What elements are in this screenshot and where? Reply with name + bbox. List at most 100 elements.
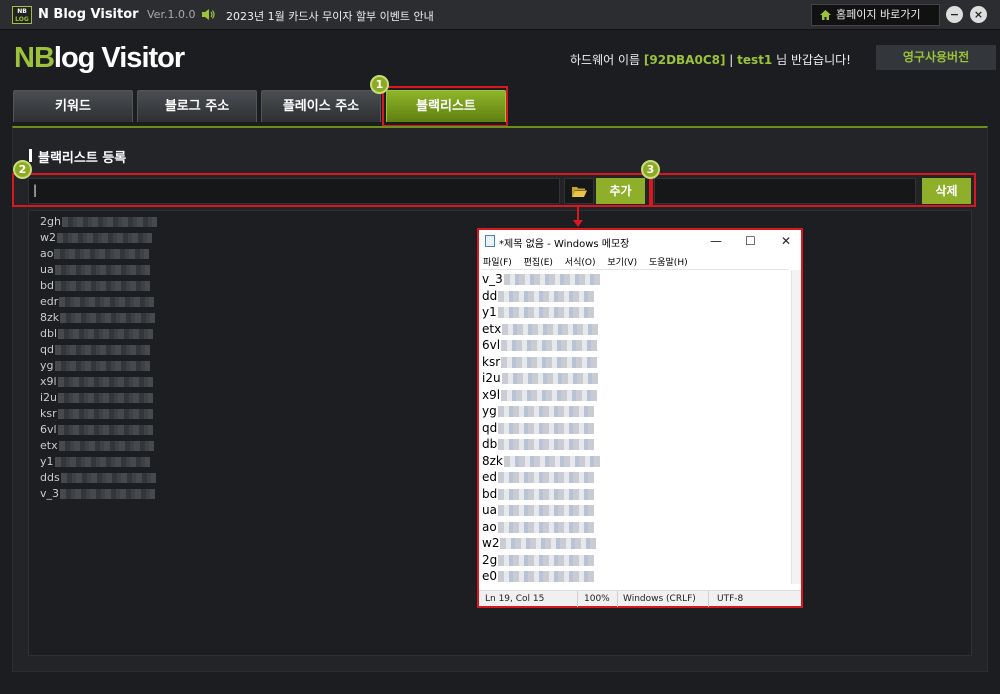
notepad-line: ed xyxy=(482,469,594,486)
list-item[interactable]: v_3 xyxy=(40,486,156,502)
notepad-maximize-icon[interactable]: ☐ xyxy=(745,234,756,248)
list-item[interactable]: dds xyxy=(40,470,156,486)
redacted-text xyxy=(498,439,595,450)
redacted-text xyxy=(501,356,598,368)
title-bar: NB LOG N Blog Visitor Ver.1.0.0 2023년 1월… xyxy=(0,0,1000,30)
notepad-line: yg xyxy=(482,403,594,420)
notepad-line: e0 xyxy=(482,568,595,585)
status-position: Ln 19, Col 15 xyxy=(485,594,545,604)
list-item[interactable]: qd xyxy=(40,342,150,358)
home-icon xyxy=(820,10,831,20)
list-item[interactable]: yg xyxy=(40,358,150,374)
notepad-title: *제목 없음 - Windows 메모장 xyxy=(499,239,630,250)
list-item[interactable]: y1 xyxy=(40,454,150,470)
homepage-button[interactable]: 홈페이지 바로가기 xyxy=(811,4,940,26)
app-name: N Blog Visitor xyxy=(38,7,139,22)
minimize-button[interactable]: − xyxy=(946,6,963,23)
notepad-line: i2u xyxy=(482,370,598,387)
redacted-text xyxy=(60,473,156,483)
status-eol: Windows (CRLF) xyxy=(623,594,696,604)
notepad-scrollbar[interactable] xyxy=(791,270,801,584)
list-item[interactable]: 2gh xyxy=(40,214,157,230)
menu-edit[interactable]: 편집(E) xyxy=(524,258,553,268)
redacted-text xyxy=(57,377,153,387)
notepad-line: 6vl xyxy=(482,337,598,354)
notepad-status-bar: Ln 19, Col 15 100% Windows (CRLF) UTF-8 xyxy=(479,590,801,607)
list-item[interactable]: etx xyxy=(40,438,154,454)
redacted-text xyxy=(60,489,156,499)
notepad-line: x9l xyxy=(482,387,598,404)
list-item[interactable]: x9l xyxy=(40,374,153,390)
user-info: 하드웨어 이름 [92DBA0C8] | test1 님 반갑습니다! xyxy=(570,53,851,67)
close-button[interactable]: × xyxy=(970,6,987,23)
section-title: 블랙리스트 등록 xyxy=(29,147,126,166)
menu-format[interactable]: 서식(O) xyxy=(565,258,596,268)
tab-place-address[interactable]: 플레이스 주소 xyxy=(261,90,381,122)
menu-help[interactable]: 도움말(H) xyxy=(649,258,688,268)
redacted-text xyxy=(58,441,154,451)
list-item[interactable]: 8zk xyxy=(40,310,156,326)
redacted-text xyxy=(58,393,154,403)
notepad-menu-bar: 파일(F) 편집(E) 서식(O) 보기(V) 도움말(H) xyxy=(483,255,697,268)
redacted-text xyxy=(60,313,156,323)
step-marker-3: 3 xyxy=(641,160,660,179)
redacted-text xyxy=(502,323,599,335)
brand-logo: NBlog Visitor xyxy=(14,42,185,74)
redacted-text xyxy=(498,422,595,434)
notepad-line: etx xyxy=(482,321,599,338)
notepad-line: 2g xyxy=(482,552,595,569)
list-item[interactable]: i2u xyxy=(40,390,154,406)
redacted-text xyxy=(501,389,598,401)
step-marker-1: 1 xyxy=(370,75,389,94)
redacted-text xyxy=(500,538,597,549)
callout-arrow-head xyxy=(573,220,583,227)
list-item[interactable]: bd xyxy=(40,278,150,294)
list-item[interactable]: 6vl xyxy=(40,422,153,438)
notepad-line: ua xyxy=(482,502,594,519)
redacted-text xyxy=(501,340,598,351)
redacted-text xyxy=(54,265,150,275)
redacted-text xyxy=(57,425,153,435)
notepad-line: v_3 xyxy=(482,271,600,288)
redacted-text xyxy=(497,505,594,516)
tab-blog-address[interactable]: 블로그 주소 xyxy=(137,90,257,122)
notepad-line: w2 xyxy=(482,535,597,552)
list-item[interactable]: ua xyxy=(40,262,150,278)
speaker-icon xyxy=(202,9,215,20)
menu-file[interactable]: 파일(F) xyxy=(483,258,512,268)
list-item[interactable]: ao xyxy=(40,246,150,262)
list-item[interactable]: w2 xyxy=(40,230,152,246)
notepad-close-icon[interactable]: ✕ xyxy=(781,234,791,248)
redacted-text xyxy=(54,345,150,355)
redacted-text xyxy=(54,249,150,259)
notepad-text-area[interactable]: v_3 dd y1 etx 6vl ksr i2u x9l yg qd db 8zk ed bd ua ao w… xyxy=(481,269,789,584)
tab-keyword[interactable]: 키워드 xyxy=(13,90,133,122)
redacted-text xyxy=(503,274,600,285)
list-item[interactable]: edr xyxy=(40,294,155,310)
app-logo-icon: NB LOG xyxy=(12,6,32,24)
highlight-delete-box xyxy=(651,173,976,207)
notepad-window: *제목 없음 - Windows 메모장 — ☐ ✕ 파일(F) 편집(E) 서… xyxy=(477,228,803,608)
redacted-text xyxy=(54,281,150,291)
redacted-text xyxy=(498,290,595,302)
redacted-text xyxy=(498,554,595,566)
redacted-text xyxy=(54,457,150,467)
redacted-text xyxy=(497,521,594,533)
list-item[interactable]: ksr xyxy=(40,406,153,422)
redacted-text xyxy=(497,406,594,417)
notepad-line: ksr xyxy=(482,354,598,371)
menu-view[interactable]: 보기(V) xyxy=(607,258,637,268)
username: test1 xyxy=(737,53,773,67)
status-zoom: 100% xyxy=(584,594,610,604)
redacted-text xyxy=(54,361,150,371)
notepad-line: db xyxy=(482,436,595,453)
callout-arrow xyxy=(577,205,579,221)
notepad-minimize-icon[interactable]: — xyxy=(710,234,722,248)
status-encoding: UTF-8 xyxy=(717,594,744,604)
redacted-text xyxy=(57,409,153,419)
redacted-text xyxy=(61,217,157,227)
highlight-tab-box xyxy=(382,86,508,127)
notice-text[interactable]: 2023년 1월 카드사 무이자 할부 이벤트 안내 xyxy=(226,8,434,24)
notepad-line: y1 xyxy=(482,304,594,321)
list-item[interactable]: dbl xyxy=(40,326,154,342)
